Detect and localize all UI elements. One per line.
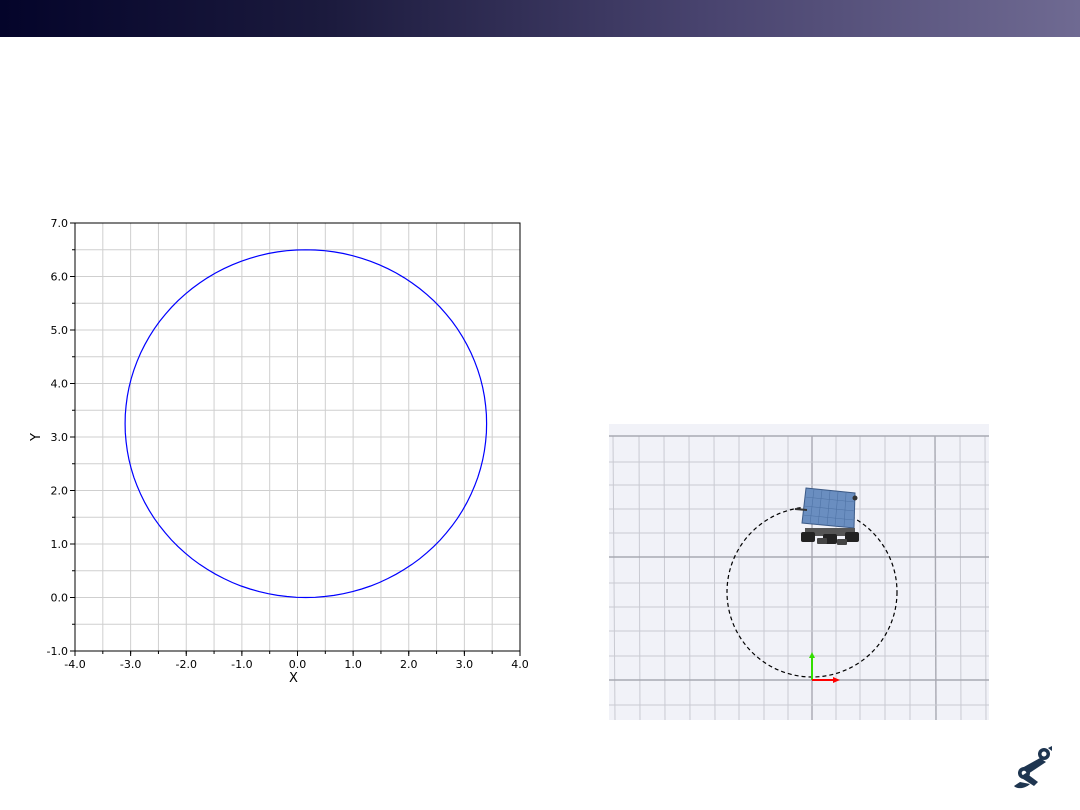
simulation-viewport[interactable] — [609, 424, 989, 720]
y-tick-label: 0.0 — [51, 592, 69, 605]
y-tick-label: 4.0 — [51, 378, 69, 391]
simulation-scene-svg — [609, 435, 989, 720]
trajectory-chart: -4.0 -3.0 -2.0 -1.0 0.0 1.0 2.0 3.0 4.0 -1.0 0.0 1.… — [20, 210, 540, 690]
y-tick-label: 7.0 — [51, 217, 69, 230]
x-tick-label: 2.0 — [400, 658, 418, 671]
robot-arm-icon — [1010, 746, 1054, 792]
slide-title-bar — [0, 0, 1080, 37]
y-tick-label: -1.0 — [47, 645, 68, 658]
x-tick-label: -4.0 — [64, 658, 85, 671]
y-tick-label: 2.0 — [51, 485, 69, 498]
y-tick-label: 5.0 — [51, 324, 69, 337]
x-tick-label: 4.0 — [511, 658, 529, 671]
x-tick-label: -3.0 — [120, 658, 141, 671]
y-tick-label: 3.0 — [51, 431, 69, 444]
y-tick-label: 6.0 — [51, 271, 69, 284]
robot-model — [794, 487, 859, 545]
x-tick-label: -1.0 — [231, 658, 252, 671]
y-tick-label: 1.0 — [51, 538, 69, 551]
x-tick-label: -2.0 — [176, 658, 197, 671]
x-tick-label: 0.0 — [289, 658, 307, 671]
x-axis-title: X — [289, 671, 298, 686]
origin-axes — [809, 652, 840, 683]
x-tick-label: 1.0 — [344, 658, 362, 671]
trajectory-chart-svg: -4.0 -3.0 -2.0 -1.0 0.0 1.0 2.0 3.0 4.0 -1.0 0.0 1.… — [29, 217, 529, 686]
x-tick-label: 3.0 — [456, 658, 474, 671]
floor-grid — [609, 435, 989, 720]
y-axis-title: Y — [29, 433, 44, 442]
